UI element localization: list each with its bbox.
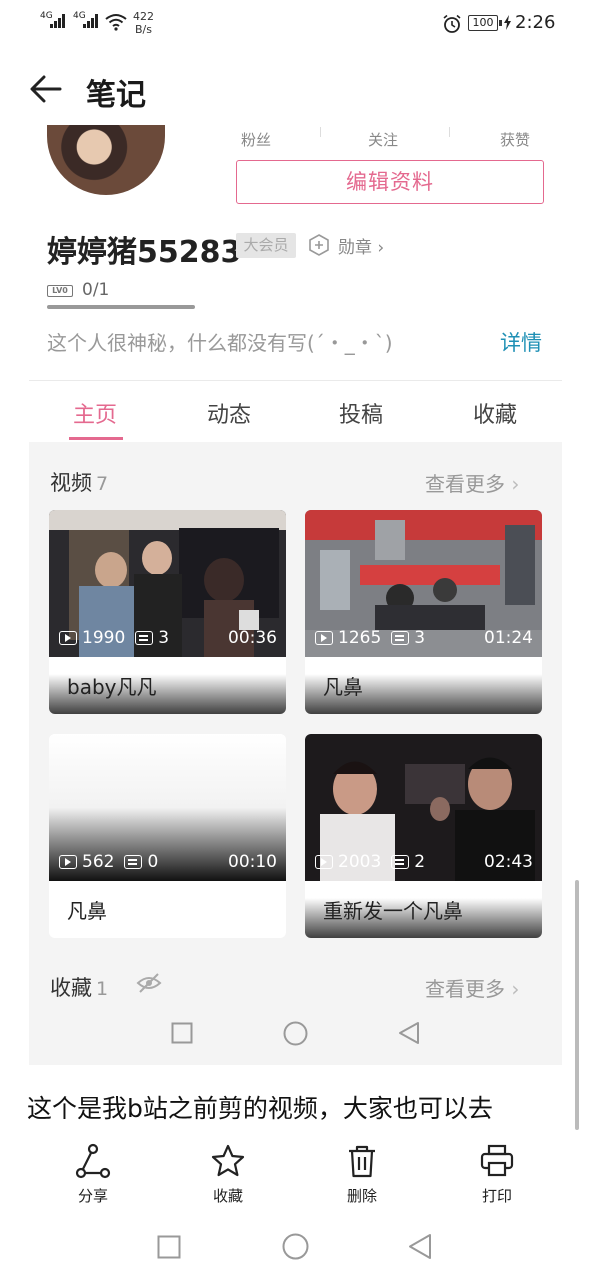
video-title: 重新发一个凡鼻: [323, 899, 463, 923]
videos-section-title: 视频 7: [50, 471, 109, 495]
video-duration: 00:36: [228, 628, 277, 648]
video-duration: 02:43: [484, 852, 533, 872]
danmaku-icon: [391, 855, 410, 869]
video-duration: 00:10: [228, 852, 277, 872]
video-stats: 1990 3: [59, 628, 169, 648]
star-icon: [211, 1144, 245, 1177]
danmaku-icon: [124, 855, 143, 869]
print-button[interactable]: 打印: [457, 1143, 537, 1206]
hidden-eye-icon[interactable]: [136, 973, 162, 993]
level-progress: 0/1: [82, 280, 110, 300]
danmaku-icon: [135, 631, 154, 645]
tab-home[interactable]: 主页: [55, 397, 135, 429]
video-duration: 01:24: [484, 628, 533, 648]
tab-submissions[interactable]: 投稿: [321, 397, 401, 429]
following-label[interactable]: 关注: [368, 129, 398, 150]
level-icon: LV0: [47, 285, 73, 297]
video-card[interactable]: 1265 3 01:24 凡鼻: [305, 510, 542, 714]
page-title: 笔记: [86, 78, 146, 113]
home-icon[interactable]: [282, 1233, 309, 1260]
status-bar: 4G 4G 422 B/s 100 2:26: [0, 0, 591, 50]
play-count-icon: [59, 855, 77, 869]
video-title: baby凡凡: [67, 675, 157, 699]
favorite-button[interactable]: 收藏: [188, 1143, 268, 1206]
back-arrow-icon[interactable]: [30, 74, 62, 104]
embedded-screenshot: 粉丝 关注 获赞 编辑资料 婷婷猪55283 大会员 勋章 › LV0 0/1 …: [29, 125, 562, 1065]
video-card[interactable]: 2003 2 02:43 重新发一个凡鼻: [305, 734, 542, 938]
note-body[interactable]: 这个是我b站之前剪的视频，大家也可以去: [27, 1089, 493, 1125]
tab-dynamics[interactable]: 动态: [189, 397, 269, 429]
share-icon: [75, 1143, 111, 1179]
videos-see-more[interactable]: 查看更多 ›: [425, 468, 519, 497]
divider: [320, 127, 321, 137]
delete-button[interactable]: 删除: [322, 1143, 402, 1206]
video-card[interactable]: 1990 3 00:36 baby凡凡: [49, 510, 286, 714]
medal-link[interactable]: 勋章 ›: [338, 233, 384, 258]
danmaku-icon: [391, 631, 410, 645]
triangle-nav-icon: [399, 1022, 419, 1044]
detail-link[interactable]: 详情: [500, 327, 542, 357]
bio: 这个人很神秘，什么都没有写(´・_・`): [47, 331, 393, 355]
fans-label[interactable]: 粉丝: [241, 129, 271, 150]
active-tab-indicator: [69, 437, 123, 440]
embedded-nav-bar: [29, 1002, 562, 1065]
system-nav-bar: [0, 1215, 591, 1280]
favorites-section-title: 收藏 1: [50, 976, 109, 1000]
share-button[interactable]: 分享: [53, 1143, 133, 1206]
circle-nav-icon: [283, 1021, 308, 1046]
signal-icon-1: [50, 14, 66, 28]
vip-badge[interactable]: 大会员: [236, 233, 296, 258]
alarm-icon: [443, 14, 461, 33]
username: 婷婷猪55283: [47, 235, 242, 270]
wifi-icon: [105, 14, 127, 31]
square-nav-icon: [171, 1022, 193, 1044]
video-title: 凡鼻: [67, 899, 107, 923]
medal-icon[interactable]: [308, 234, 330, 256]
video-stats: 2003 2: [315, 852, 425, 872]
likes-label[interactable]: 获赞: [500, 129, 530, 150]
printer-icon: [480, 1144, 514, 1177]
video-title: 凡鼻: [323, 675, 363, 699]
signal-icon-2: [83, 14, 99, 28]
favorites-see-more[interactable]: 查看更多 ›: [425, 973, 519, 1002]
video-stats: 1265 3: [315, 628, 425, 648]
video-stats: 562 0: [59, 852, 158, 872]
scrollbar[interactable]: [575, 880, 579, 1130]
recents-icon[interactable]: [157, 1235, 181, 1259]
avatar[interactable]: [47, 125, 165, 195]
play-count-icon: [59, 631, 77, 645]
edit-profile-button[interactable]: 编辑资料: [236, 160, 544, 204]
divider: [29, 380, 562, 381]
note-header: 笔记: [0, 50, 591, 130]
video-card[interactable]: 562 0 00:10 凡鼻: [49, 734, 286, 938]
battery-icon: 100: [468, 15, 502, 31]
play-count-icon: [315, 855, 333, 869]
divider: [449, 127, 450, 137]
back-icon[interactable]: [408, 1233, 432, 1260]
tab-favorites[interactable]: 收藏: [455, 397, 535, 429]
home-content: 视频 7 查看更多 › 1990 3 00:36 baby凡凡 1265 3 0…: [29, 442, 562, 1002]
network-speed: 422 B/s: [133, 10, 154, 36]
charging-icon: [504, 15, 511, 30]
play-count-icon: [315, 631, 333, 645]
clock: 2:26: [515, 12, 556, 33]
level-progress-bar: [47, 305, 195, 309]
trash-icon: [349, 1145, 375, 1178]
